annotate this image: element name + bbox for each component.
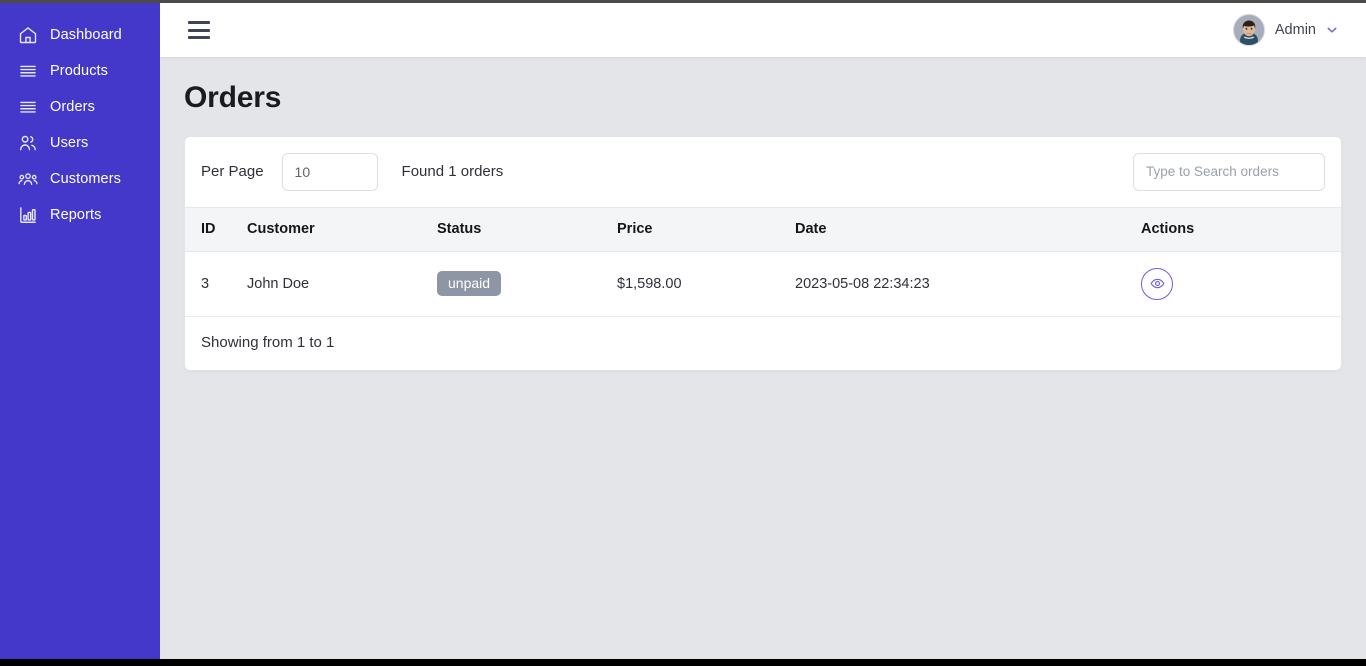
column-header-date: Date [795, 206, 1141, 252]
sidebar-item-reports[interactable]: Reports [0, 197, 160, 233]
column-header-customer: Customer [247, 206, 437, 252]
table-row: 3 John Doe unpaid $1,598.00 2023-05-08 2… [185, 251, 1341, 317]
hamburger-bar [188, 28, 210, 32]
app-root: Dashboard Products Orders Users Customer… [0, 0, 1366, 666]
sidebar-item-orders[interactable]: Orders [0, 89, 160, 125]
home-icon [18, 25, 38, 45]
sidebar-item-label: Customers [50, 170, 121, 187]
hamburger-bar [188, 36, 210, 39]
column-header-id: ID [185, 206, 247, 252]
customers-icon [18, 169, 38, 189]
cell-price: $1,598.00 [617, 251, 795, 317]
column-header-status: Status [437, 206, 617, 252]
list-icon [18, 61, 38, 81]
main-content: Orders Per Page Found 1 orders ID Custom… [160, 57, 1366, 659]
pagination-summary: Showing from 1 to 1 [201, 333, 335, 351]
chevron-down-icon[interactable] [1326, 24, 1338, 36]
sidebar-item-label: Dashboard [50, 26, 122, 43]
view-order-button[interactable] [1141, 267, 1173, 300]
sidebar: Dashboard Products Orders Users Customer… [0, 3, 160, 659]
table-header-row: ID Customer Status Price Date Actions [185, 206, 1341, 252]
eye-icon [1150, 276, 1165, 291]
sidebar-item-label: Orders [50, 98, 95, 115]
sidebar-item-label: Users [50, 134, 89, 151]
table-body: 3 John Doe unpaid $1,598.00 2023-05-08 2… [185, 251, 1341, 317]
page-title: Orders [184, 81, 282, 114]
user-name-label: Admin [1274, 22, 1316, 38]
hamburger-bar [188, 21, 210, 24]
list-icon [18, 97, 38, 117]
sidebar-item-label: Reports [50, 206, 102, 223]
status-badge: unpaid [437, 271, 502, 296]
cell-id: 3 [185, 251, 247, 317]
window-bottom-edge [0, 659, 1366, 666]
sidebar-item-users[interactable]: Users [0, 125, 160, 161]
user-menu[interactable]: Admin [1232, 14, 1338, 46]
per-page-input[interactable] [281, 152, 378, 191]
sidebar-item-label: Products [50, 62, 109, 79]
cell-customer: John Doe [247, 251, 437, 317]
column-header-actions: Actions [1141, 206, 1341, 252]
top-header: Admin [160, 3, 1366, 57]
window-top-edge [0, 0, 1366, 3]
users-icon [18, 133, 38, 153]
cell-status: unpaid [437, 251, 617, 317]
search-input[interactable] [1133, 152, 1325, 191]
sidebar-item-customers[interactable]: Customers [0, 161, 160, 197]
cell-date: 2023-05-08 22:34:23 [795, 251, 1141, 317]
table-toolbar: Per Page Found 1 orders [185, 137, 1341, 207]
cell-actions [1141, 251, 1341, 317]
orders-table: ID Customer Status Price Date Actions 3 … [185, 206, 1341, 317]
sidebar-item-dashboard[interactable]: Dashboard [0, 17, 160, 53]
per-page-label: Per Page [201, 163, 264, 180]
table-header: ID Customer Status Price Date Actions [185, 206, 1341, 252]
column-header-price: Price [617, 206, 795, 252]
bar-chart-icon [18, 205, 38, 225]
found-orders-text: Found 1 orders [401, 163, 504, 180]
avatar [1232, 14, 1265, 46]
hamburger-icon[interactable] [188, 21, 210, 39]
orders-card: Per Page Found 1 orders ID Customer Stat… [184, 135, 1342, 371]
sidebar-item-products[interactable]: Products [0, 53, 160, 89]
